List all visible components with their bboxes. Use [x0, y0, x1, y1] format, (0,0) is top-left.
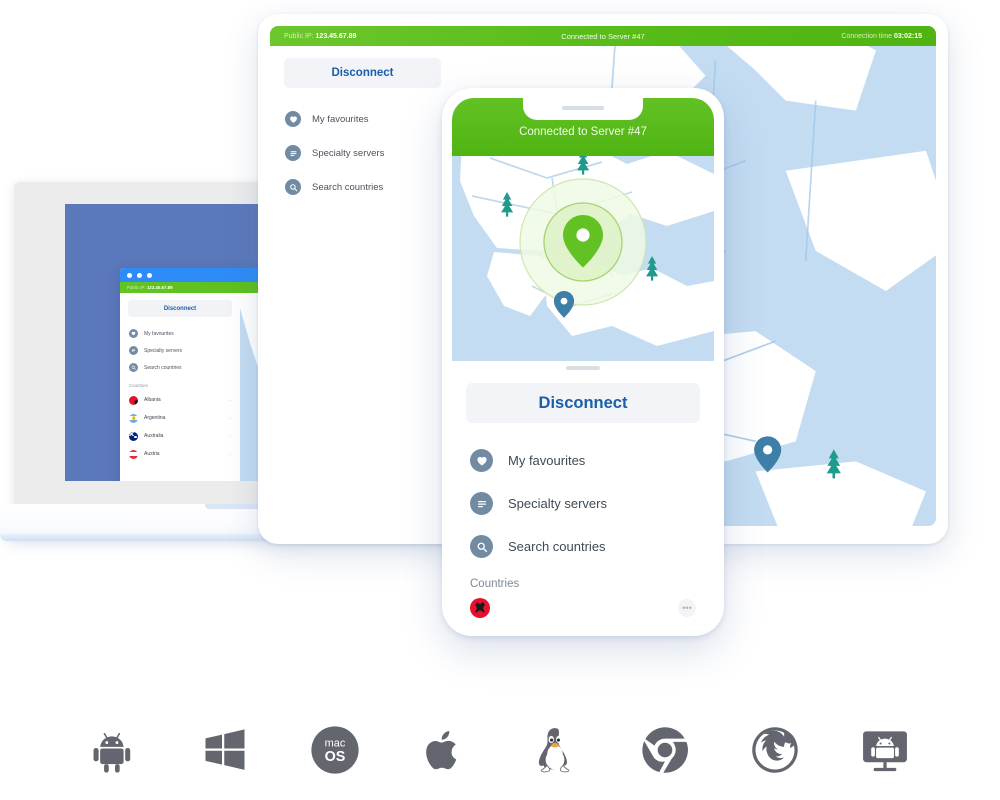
table-row[interactable]: Australia →	[120, 427, 240, 445]
phone-menu-label-specialty: Specialty servers	[508, 496, 607, 511]
phone-disconnect-button[interactable]: Disconnect	[466, 383, 700, 423]
more-options-icon[interactable]: •••	[678, 599, 696, 617]
laptop-sidebar-item-favourites[interactable]: My favourites	[120, 325, 240, 342]
phone-screen: Connected to Server #47 Disconnect My fa…	[452, 98, 714, 626]
search-icon	[285, 179, 301, 195]
laptop-country-name: Albania	[144, 397, 161, 403]
phone-status-bar: Connected to Server #47	[452, 98, 714, 156]
laptop-disconnect-button[interactable]: Disconnect	[128, 300, 232, 317]
tablet-status-bar: Public IP: 123.45.67.89 Connected to Ser…	[270, 26, 936, 46]
list-icon	[129, 346, 138, 355]
phone-sheet-handle[interactable]	[452, 361, 714, 375]
laptop-country-name: Australia	[144, 433, 164, 439]
list-icon	[285, 145, 301, 161]
flag-australia-icon	[129, 431, 138, 441]
chevron-right-icon[interactable]: →	[227, 451, 232, 457]
android-tv-icon[interactable]	[853, 718, 917, 782]
flag-albania-icon	[470, 598, 490, 618]
flag-albania-icon	[129, 395, 138, 405]
window-maximize-dot[interactable]	[147, 272, 152, 278]
linux-icon[interactable]	[523, 718, 587, 782]
phone-connection-status: Connected to Server #47	[519, 126, 647, 138]
heart-icon	[285, 111, 301, 127]
page-root: Public IP: 123.45.67.89 Connected to Ser…	[0, 0, 1000, 800]
window-close-dot[interactable]	[127, 272, 132, 278]
apple-icon[interactable]	[413, 718, 477, 782]
phone-device: Connected to Server #47 Disconnect My fa…	[442, 88, 724, 636]
tablet-sidebar: Disconnect My favourites Specialty serve…	[270, 46, 455, 526]
tablet-sidebar-label-specialty: Specialty servers	[312, 147, 385, 159]
table-row[interactable]: Argentina →	[120, 409, 240, 427]
laptop-sidebar-item-specialty[interactable]: Specialty servers	[120, 342, 240, 359]
tablet-sidebar-item-search[interactable]: Search countries	[270, 170, 455, 204]
phone-countries-heading: Countries	[470, 578, 520, 590]
laptop-countries-heading: Countries	[129, 383, 148, 388]
laptop-sidebar-label-search: Search countries	[144, 364, 182, 371]
phone-menu-item-favourites[interactable]: My favourites	[452, 439, 714, 482]
search-icon	[470, 535, 493, 558]
laptop-trackpad-notch	[205, 504, 265, 509]
chrome-icon[interactable]	[633, 718, 697, 782]
tablet-sidebar-item-specialty[interactable]: Specialty servers	[270, 136, 455, 170]
table-row[interactable]: Albania →	[120, 391, 240, 409]
tablet-connection-time: Connection time 03:02:15	[841, 33, 922, 40]
svg-text:mac: mac	[325, 738, 346, 750]
tablet-sidebar-label-search: Search countries	[312, 181, 384, 193]
tablet-disconnect-button[interactable]: Disconnect	[284, 58, 441, 88]
list-icon	[470, 492, 493, 515]
list-item[interactable]: •••	[452, 594, 714, 618]
tablet-connection-status: Connected to Server #47	[561, 31, 645, 41]
phone-menu-item-specialty[interactable]: Specialty servers	[452, 482, 714, 525]
laptop-country-name: Argentina	[144, 415, 166, 421]
phone-menu-label-search: Search countries	[508, 539, 606, 554]
window-minimize-dot[interactable]	[137, 272, 142, 278]
search-icon	[129, 363, 138, 372]
tablet-connection-time-label: Connection time	[841, 32, 893, 40]
laptop-sidebar: Disconnect My favourites Specialty serve…	[120, 293, 240, 481]
heart-icon	[129, 329, 138, 338]
flag-argentina-icon	[129, 413, 138, 423]
laptop-sidebar-item-search[interactable]: Search countries	[120, 359, 240, 376]
phone-menu: Disconnect My favourites Specialty serve…	[452, 375, 714, 618]
android-icon[interactable]	[83, 718, 147, 782]
phone-map-graphic	[452, 156, 714, 361]
heart-icon	[470, 449, 493, 472]
laptop-sidebar-label-specialty: Specialty servers	[144, 347, 183, 354]
chevron-right-icon[interactable]: →	[227, 397, 232, 403]
laptop-sidebar-label-favourites: My favourites	[144, 330, 174, 337]
tablet-sidebar-item-favourites[interactable]: My favourites	[270, 102, 455, 136]
svg-text:OS: OS	[325, 749, 346, 765]
phone-menu-item-search[interactable]: Search countries	[452, 525, 714, 568]
macos-icon[interactable]: mac OS	[303, 718, 367, 782]
chevron-right-icon[interactable]: →	[227, 415, 232, 421]
phone-map[interactable]	[452, 156, 714, 361]
windows-icon[interactable]	[193, 718, 257, 782]
tablet-sidebar-label-favourites: My favourites	[312, 113, 369, 125]
chevron-right-icon[interactable]: →	[227, 433, 232, 439]
table-row[interactable]: Austria →	[120, 445, 240, 463]
platform-icon-row: mac OS	[0, 700, 1000, 800]
flag-austria-icon	[129, 449, 138, 459]
phone-speaker-grille	[562, 106, 604, 110]
laptop-country-name: Austria	[144, 451, 160, 457]
tablet-connection-time-value: 03:02:15	[893, 32, 922, 40]
phone-menu-label-favourites: My favourites	[508, 453, 586, 468]
firefox-icon[interactable]	[743, 718, 807, 782]
